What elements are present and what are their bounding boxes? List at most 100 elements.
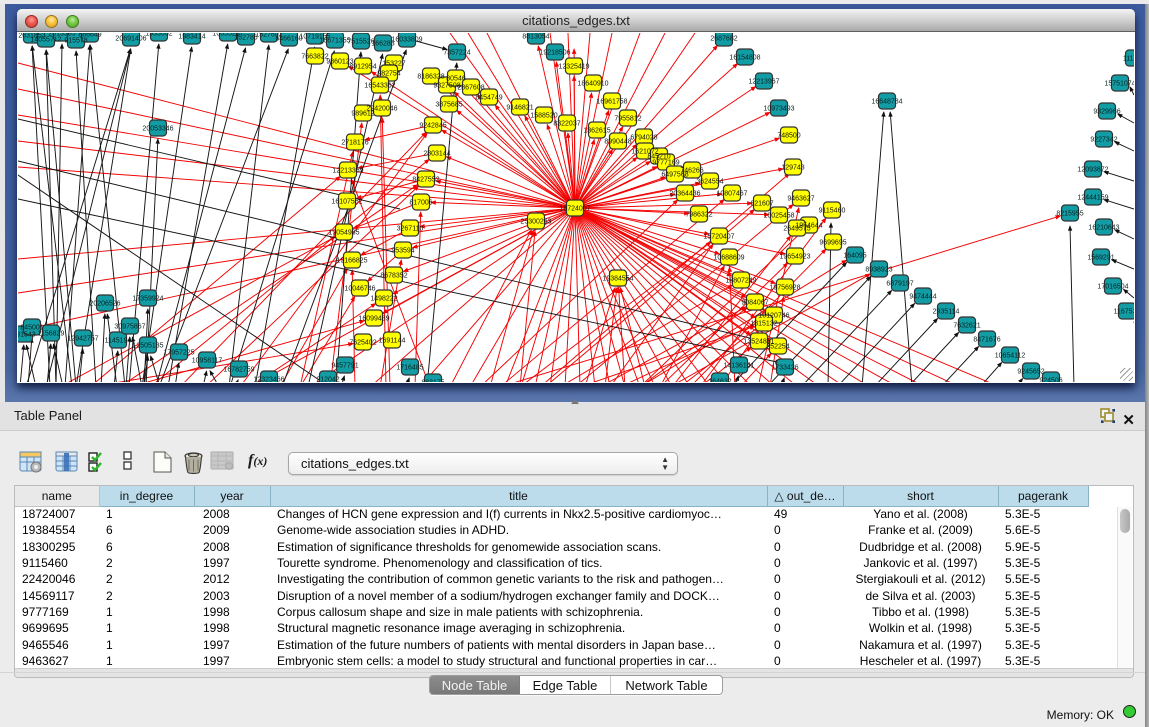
svg-text:924506: 924506 bbox=[1039, 378, 1062, 383]
svg-text:111712: 111712 bbox=[1123, 56, 1134, 63]
svg-text:8322037: 8322037 bbox=[553, 121, 580, 128]
svg-text:2687682: 2687682 bbox=[710, 36, 737, 43]
svg-text:8813054: 8813054 bbox=[522, 34, 549, 41]
svg-text:17359924: 17359924 bbox=[132, 296, 163, 303]
svg-text:12444159: 12444159 bbox=[1077, 195, 1108, 202]
svg-text:12325419: 12325419 bbox=[558, 64, 589, 71]
svg-text:10046746: 10046746 bbox=[344, 286, 375, 293]
svg-text:30975867: 30975867 bbox=[114, 324, 145, 331]
svg-text:12942757: 12942757 bbox=[67, 336, 98, 343]
svg-text:1933662: 1933662 bbox=[145, 33, 172, 38]
svg-text:1362615: 1362615 bbox=[583, 128, 610, 135]
svg-text:12213369: 12213369 bbox=[332, 168, 363, 175]
svg-text:10120746: 10120746 bbox=[758, 313, 789, 320]
svg-text:2718176: 2718176 bbox=[341, 140, 368, 147]
svg-text:2803144: 2803144 bbox=[423, 151, 450, 158]
svg-text:20053346: 20053346 bbox=[142, 126, 173, 133]
svg-text:10688609: 10688609 bbox=[713, 255, 744, 262]
svg-text:1691144: 1691144 bbox=[379, 338, 406, 345]
svg-text:2867608: 2867608 bbox=[457, 85, 484, 92]
svg-text:7986322: 7986322 bbox=[685, 212, 712, 219]
svg-text:80546: 80546 bbox=[446, 76, 466, 83]
svg-text:20691406: 20691406 bbox=[115, 36, 146, 43]
svg-text:8427552: 8427552 bbox=[412, 177, 439, 184]
svg-text:16782759: 16782759 bbox=[223, 367, 254, 374]
svg-text:886649: 886649 bbox=[78, 33, 101, 39]
svg-text:7632621: 7632621 bbox=[953, 323, 980, 330]
svg-text:164095: 164095 bbox=[843, 253, 866, 260]
svg-text:153227: 153227 bbox=[382, 61, 405, 68]
svg-text:19218506: 19218506 bbox=[539, 50, 570, 57]
svg-text:931543: 931543 bbox=[18, 332, 36, 339]
svg-text:10807467: 10807467 bbox=[716, 191, 747, 198]
svg-text:12213967: 12213967 bbox=[748, 79, 779, 86]
svg-text:16107552: 16107552 bbox=[331, 199, 362, 206]
svg-text:20364436: 20364436 bbox=[669, 191, 700, 198]
svg-text:9699695: 9699695 bbox=[819, 240, 846, 247]
svg-text:9777169: 9777169 bbox=[652, 160, 679, 167]
svg-text:1498222: 1498222 bbox=[370, 296, 397, 303]
svg-text:6794028: 6794028 bbox=[630, 135, 657, 142]
svg-text:9463627: 9463627 bbox=[787, 196, 814, 203]
svg-text:9457791: 9457791 bbox=[331, 363, 358, 370]
svg-text:1145194: 1145194 bbox=[105, 338, 132, 345]
svg-text:19384554: 19384554 bbox=[602, 276, 633, 283]
svg-text:12323466: 12323466 bbox=[253, 377, 284, 383]
svg-text:14136141: 14136141 bbox=[723, 363, 754, 370]
svg-text:9474444: 9474444 bbox=[909, 294, 936, 301]
svg-text:3267110: 3267110 bbox=[397, 226, 424, 233]
svg-text:9242845: 9242845 bbox=[419, 123, 446, 130]
svg-text:16648784: 16648784 bbox=[871, 99, 902, 106]
svg-text:9146821: 9146821 bbox=[506, 105, 533, 112]
svg-text:212042: 212042 bbox=[316, 377, 339, 383]
svg-text:19654923: 19654923 bbox=[779, 254, 810, 261]
svg-text:9245652: 9245652 bbox=[1017, 369, 1044, 376]
svg-text:16210643: 16210643 bbox=[1088, 225, 1119, 232]
svg-text:8678352: 8678352 bbox=[380, 273, 407, 280]
svg-text:1167533: 1167533 bbox=[1114, 309, 1134, 316]
svg-text:953594: 953594 bbox=[391, 248, 414, 255]
svg-text:621607: 621607 bbox=[750, 201, 773, 208]
svg-text:6879197: 6879197 bbox=[886, 281, 913, 288]
svg-text:982754: 982754 bbox=[377, 71, 400, 78]
svg-text:8215955: 8215955 bbox=[1056, 211, 1083, 218]
svg-text:9115460: 9115460 bbox=[819, 208, 846, 215]
svg-text:1588520: 1588520 bbox=[530, 113, 557, 120]
svg-text:817006: 817006 bbox=[409, 200, 432, 207]
svg-text:7955812: 7955812 bbox=[614, 116, 641, 123]
svg-text:1733426: 1733426 bbox=[771, 365, 798, 372]
svg-text:8938923: 8938923 bbox=[865, 267, 892, 274]
svg-text:2935114: 2935114 bbox=[933, 309, 960, 316]
svg-text:883175: 883175 bbox=[421, 380, 444, 383]
svg-text:7663822: 7663822 bbox=[301, 54, 328, 61]
svg-text:748500: 748500 bbox=[777, 133, 800, 140]
svg-text:16543362: 16543362 bbox=[364, 83, 395, 90]
svg-text:9227342: 9227342 bbox=[1090, 137, 1117, 144]
svg-text:25300263: 25300263 bbox=[520, 219, 551, 226]
svg-text:10973493: 10973493 bbox=[763, 106, 794, 113]
svg-text:164632: 164632 bbox=[708, 379, 731, 383]
svg-text:8454749: 8454749 bbox=[475, 95, 502, 102]
svg-text:18724007: 18724007 bbox=[559, 206, 590, 213]
svg-text:10025458: 10025458 bbox=[763, 213, 794, 220]
svg-text:3875685: 3875685 bbox=[435, 102, 462, 109]
svg-text:9084067: 9084067 bbox=[741, 300, 768, 307]
svg-text:17957225: 17957225 bbox=[163, 350, 194, 357]
svg-text:8471676: 8471676 bbox=[973, 337, 1000, 344]
svg-text:15720407: 15720407 bbox=[703, 234, 734, 241]
svg-text:16033809: 16033809 bbox=[391, 37, 422, 44]
svg-text:16671355: 16671355 bbox=[319, 38, 350, 45]
svg-text:1716485: 1716485 bbox=[396, 365, 423, 372]
svg-text:8186328: 8186328 bbox=[417, 74, 444, 81]
svg-text:252254: 252254 bbox=[766, 344, 789, 351]
svg-text:20206526: 20206526 bbox=[89, 301, 120, 308]
svg-text:18807249: 18807249 bbox=[725, 278, 756, 285]
svg-text:1156829: 1156829 bbox=[38, 331, 65, 338]
svg-text:746266: 746266 bbox=[680, 168, 703, 175]
svg-text:16154808: 16154808 bbox=[729, 55, 760, 62]
svg-text:16099489: 16099489 bbox=[358, 316, 389, 323]
svg-text:152786: 152786 bbox=[234, 35, 257, 42]
svg-text:19756928: 19756928 bbox=[769, 285, 800, 292]
svg-text:9329966: 9329966 bbox=[1093, 109, 1120, 116]
svg-text:19054985: 19054985 bbox=[328, 230, 359, 237]
